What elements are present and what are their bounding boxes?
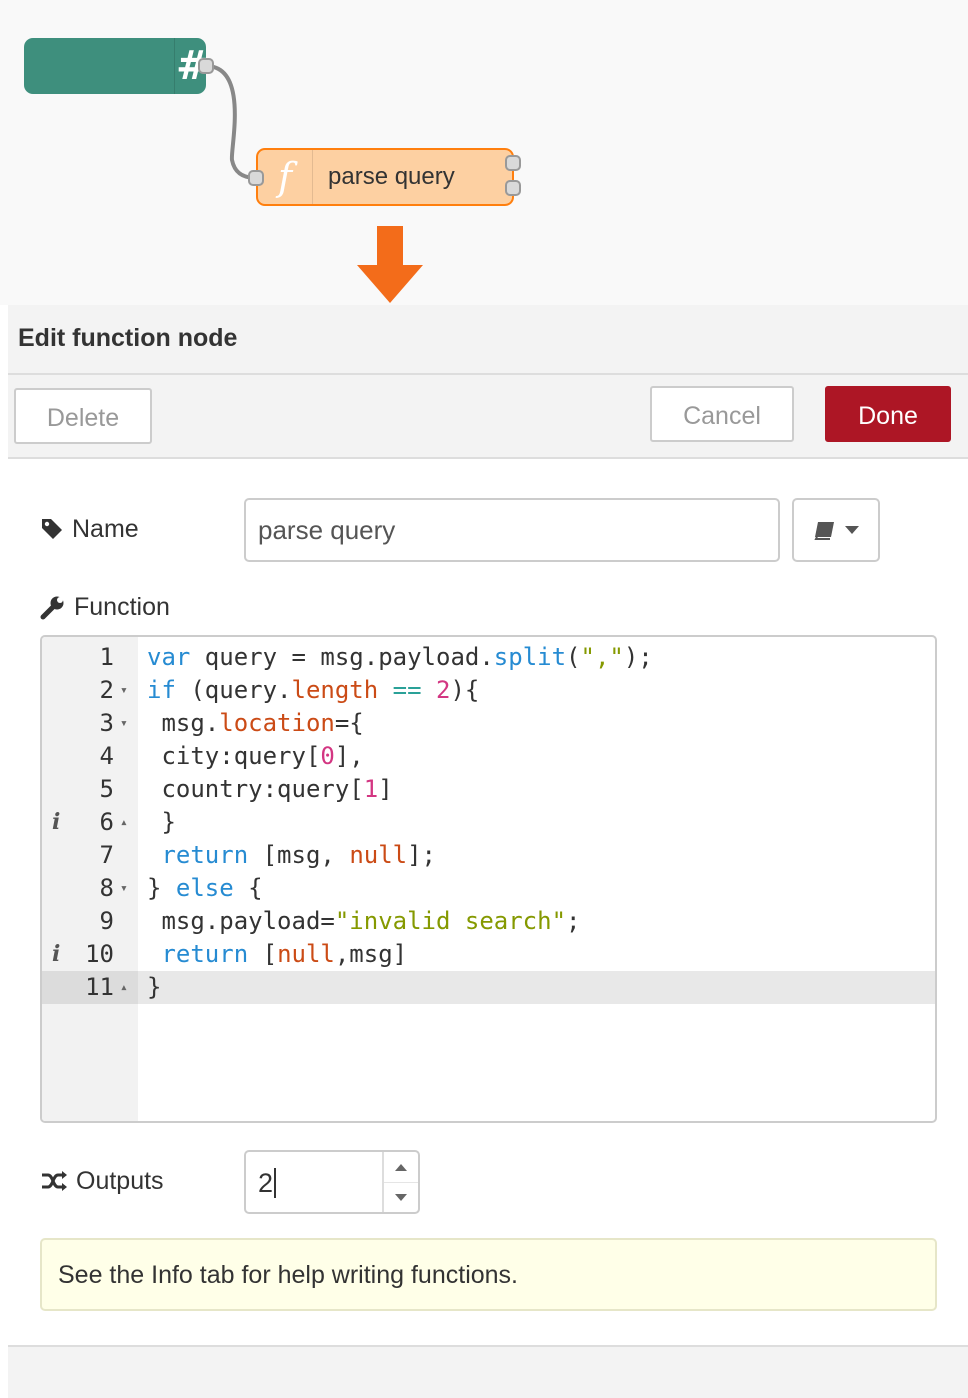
function-node[interactable]: f parse query (256, 148, 514, 206)
line-number: 6 (99, 808, 114, 836)
flow-canvas[interactable]: # f parse query (0, 0, 968, 305)
info-icon[interactable]: i (52, 938, 60, 971)
down-arrow-head (357, 265, 423, 303)
line-number-cell: 11 ▴ (42, 971, 138, 1004)
chevron-down-icon (845, 526, 859, 534)
code-line[interactable]: 2 ▾ if (query.length == 2){ (42, 674, 935, 707)
stepper-down-button[interactable] (384, 1182, 418, 1212)
line-number-cell: 7 (42, 839, 138, 872)
tray-footer (8, 1345, 968, 1398)
line-number-cell: 3 ▾ (42, 707, 138, 740)
code-line[interactable]: 1 var query = msg.payload.split(","); (42, 641, 935, 674)
code-text[interactable]: var query = msg.payload.split(","); (147, 641, 653, 674)
function-label-text: Function (74, 592, 170, 621)
tray-toolbar: Delete Cancel Done (8, 375, 968, 459)
line-number: 8 (99, 874, 114, 902)
code-text[interactable]: if (query.length == 2){ (147, 674, 479, 707)
outputs-label-text: Outputs (76, 1166, 164, 1195)
outputs-label: Outputs (40, 1160, 164, 1202)
line-number-cell: 4 (42, 740, 138, 773)
code-line[interactable]: 4 city:query[0], (42, 740, 935, 773)
done-button[interactable]: Done (825, 386, 951, 442)
line-number: 11 (85, 973, 114, 1001)
code-text[interactable]: msg.location={ (147, 707, 363, 740)
help-tip: See the Info tab for help writing functi… (40, 1238, 937, 1311)
code-line[interactable]: i 6 ▴ } (42, 806, 935, 839)
code-line[interactable]: i 10 return [null,msg] (42, 938, 935, 971)
name-input[interactable]: parse query (244, 498, 780, 562)
node-icon-separator (174, 38, 175, 94)
function-output-port-1[interactable] (505, 155, 521, 171)
name-label: Name (40, 508, 139, 550)
code-text[interactable]: city:query[0], (147, 740, 363, 773)
line-number: 1 (99, 643, 114, 671)
inject-output-port[interactable] (198, 58, 214, 74)
code-text[interactable]: return [msg, null]; (147, 839, 436, 872)
tray-header: Edit function node (8, 305, 968, 375)
function-output-port-2[interactable] (505, 180, 521, 196)
line-number: 3 (99, 709, 114, 737)
code-editor[interactable]: 1 var query = msg.payload.split(","); 2 ▾ if… (40, 635, 937, 1123)
line-number-cell: i 6 ▴ (42, 806, 138, 839)
code-line[interactable]: 3 ▾ msg.location={ (42, 707, 935, 740)
code-text[interactable]: country:query[1] (147, 773, 392, 806)
fold-expand-icon[interactable]: ▴ (120, 806, 128, 839)
function-icon: f (258, 150, 313, 204)
code-text[interactable]: } else { (147, 872, 263, 905)
stepper-buttons (382, 1152, 418, 1212)
outputs-stepper[interactable]: 2 (244, 1150, 420, 1214)
code-line[interactable]: 5 country:query[1] (42, 773, 935, 806)
line-number: 5 (99, 775, 114, 803)
line-number-cell: 9 (42, 905, 138, 938)
fold-collapse-icon[interactable]: ▾ (120, 674, 128, 707)
name-label-text: Name (72, 514, 139, 543)
line-number-cell: 1 (42, 641, 138, 674)
code-text[interactable]: } (147, 806, 175, 839)
line-number: 10 (85, 940, 114, 968)
code-text[interactable]: msg.payload="invalid search"; (147, 905, 580, 938)
chevron-down-icon (395, 1193, 407, 1201)
code-line[interactable]: 9 msg.payload="invalid search"; (42, 905, 935, 938)
icon-picker-button[interactable] (792, 498, 880, 562)
fold-collapse-icon[interactable]: ▾ (120, 707, 128, 740)
inject-node[interactable]: # (24, 38, 210, 94)
line-number: 7 (99, 841, 114, 869)
line-number-cell: 8 ▾ (42, 872, 138, 905)
line-number: 9 (99, 907, 114, 935)
shuffle-icon (42, 1171, 67, 1191)
function-input-port[interactable] (248, 170, 264, 186)
function-node-label: parse query (328, 163, 455, 190)
info-icon[interactable]: i (52, 806, 60, 839)
code-line[interactable]: 7 return [msg, null]; (42, 839, 935, 872)
code-text[interactable]: } (147, 971, 161, 1004)
tray-title: Edit function node (18, 324, 238, 352)
down-arrow-icon (377, 226, 403, 270)
line-number-cell: i 10 (42, 938, 138, 971)
fold-collapse-icon[interactable]: ▾ (120, 872, 128, 905)
wrench-icon (40, 596, 64, 620)
code-text[interactable]: return [null,msg] (147, 938, 407, 971)
function-label: Function (40, 586, 170, 628)
line-number: 4 (99, 742, 114, 770)
line-number-cell: 5 (42, 773, 138, 806)
fold-expand-icon[interactable]: ▴ (120, 971, 128, 1004)
code-line[interactable]: 11 ▴} (42, 971, 935, 1004)
book-icon (814, 522, 834, 540)
delete-button[interactable]: Delete (14, 388, 152, 444)
line-number: 2 (99, 676, 114, 704)
line-number-cell: 2 ▾ (42, 674, 138, 707)
cancel-button[interactable]: Cancel (650, 386, 794, 442)
stepper-up-button[interactable] (384, 1152, 418, 1183)
text-cursor (274, 1168, 276, 1198)
code-line[interactable]: 8 ▾ } else { (42, 872, 935, 905)
function-glyph: f (277, 155, 293, 199)
chevron-up-icon (395, 1163, 407, 1171)
tag-icon (42, 519, 62, 539)
code-lines: 1 var query = msg.payload.split(","); 2 ▾ if… (42, 641, 935, 1004)
outputs-value[interactable]: 2 (258, 1152, 273, 1214)
